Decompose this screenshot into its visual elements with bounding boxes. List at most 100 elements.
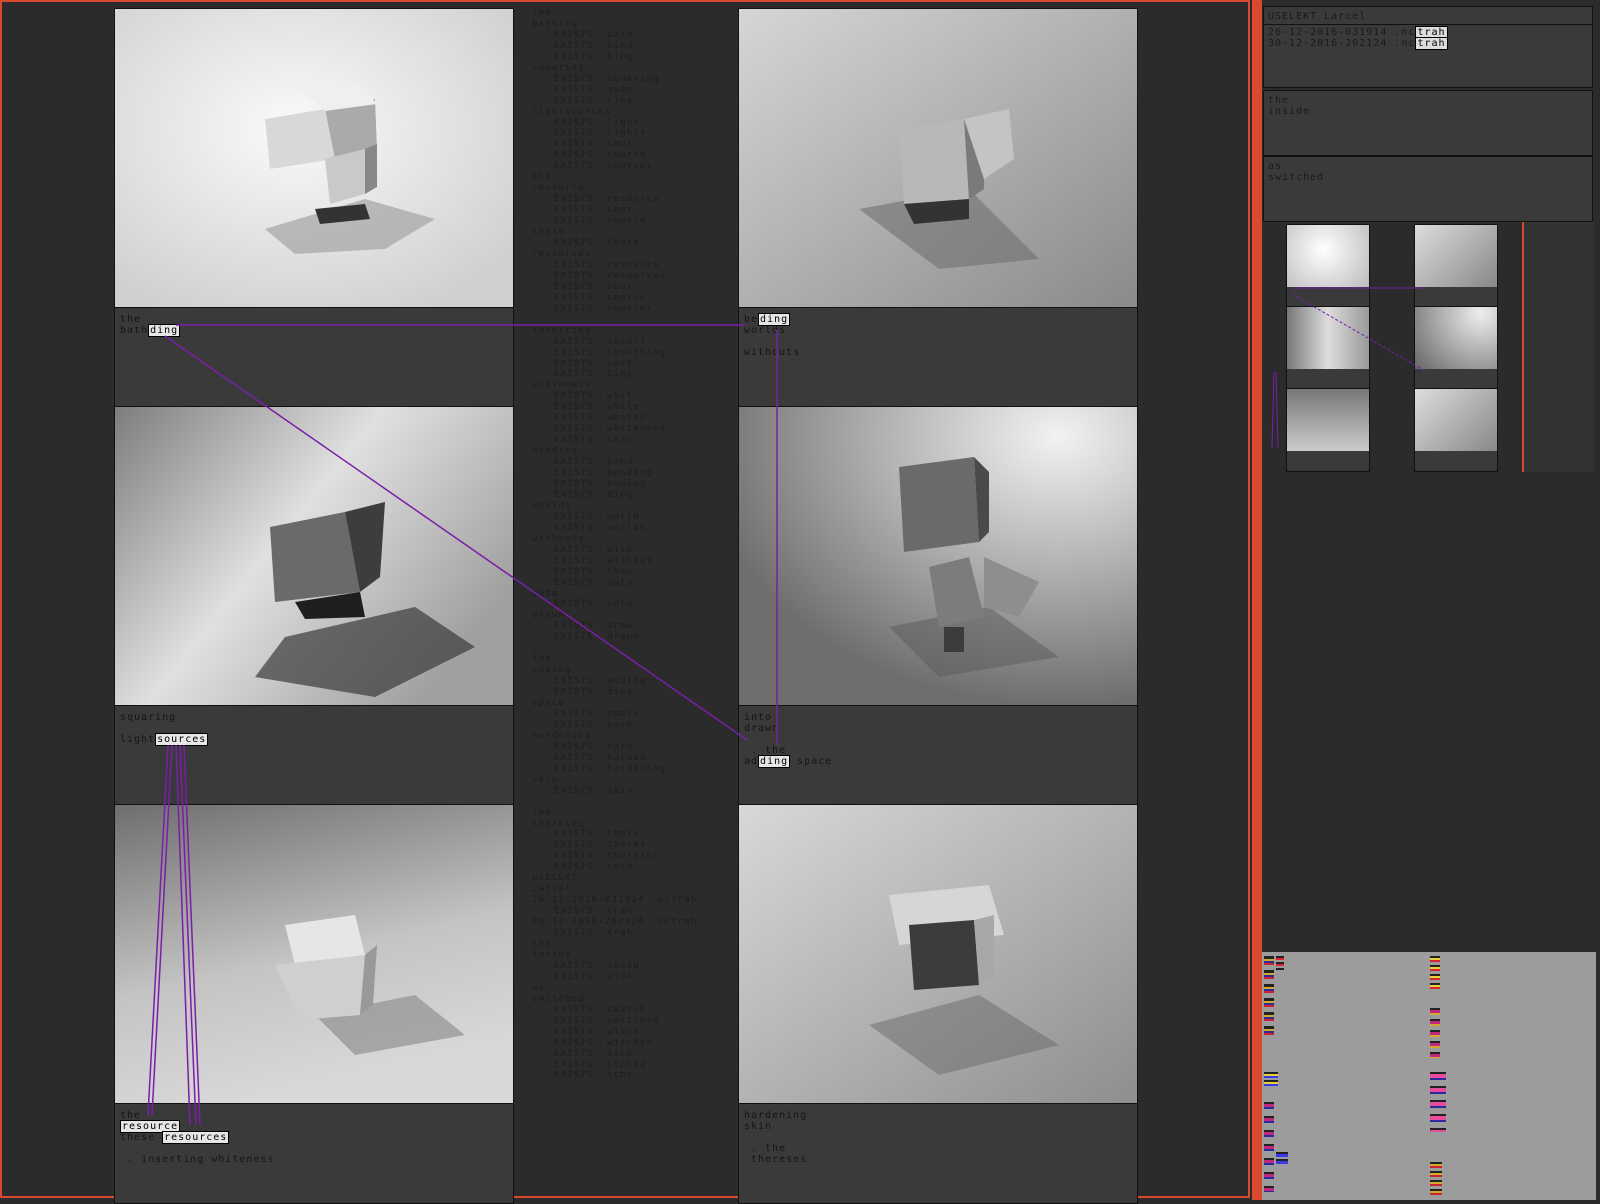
log-line: skin [532, 774, 559, 785]
panel-title: USELEKT Larcel [1268, 11, 1367, 22]
render-panel-6[interactable]: hardening skin . the thereses [738, 804, 1138, 1204]
render-panel-2[interactable]: be ding worlds withouts [738, 8, 1138, 408]
log-line: EXISTS thou [554, 566, 634, 577]
log-line: EXISTS white [554, 402, 641, 413]
render-image-2 [739, 9, 1137, 307]
log-line: EXISTS itch [554, 1048, 634, 1059]
caption-word: thereses [751, 1154, 808, 1165]
render-image-1 [115, 9, 513, 307]
entry-name[interactable]: 30-12-2016-202124 .nc [1268, 38, 1415, 49]
log-line: EXISTS worlds [554, 522, 647, 533]
log-line: EXISTS inserting [554, 347, 667, 358]
log-line: 30-12-2016-202124 .nctrah [532, 917, 698, 928]
caption-word: be [744, 314, 759, 325]
highlighted-word[interactable]: ding [148, 324, 181, 337]
log-line: EXISTS hardening [554, 763, 667, 774]
log-line: EXISTS sour [554, 281, 634, 292]
caption-word: into [744, 712, 773, 723]
highlighted-word[interactable]: trah [1415, 37, 1448, 50]
log-line: EXISTS squaring [554, 73, 660, 84]
log-line: inside [532, 949, 572, 960]
mini-info-column[interactable] [1522, 222, 1594, 472]
render-panel-3[interactable]: squaring light sources [114, 406, 514, 806]
log-line: these [532, 227, 566, 238]
render-caption-5[interactable]: the resource these resources . inserting… [115, 1103, 513, 1203]
caption-word: drawn [744, 723, 780, 734]
log-line: bending [532, 446, 579, 457]
log-line: EXISTS into [554, 599, 634, 610]
caption-word: withouts [744, 347, 801, 358]
render-caption-3[interactable]: squaring light sources [115, 705, 513, 805]
log-line: resource [532, 183, 585, 194]
box-text: the [1268, 95, 1290, 106]
box-text: inside [1268, 106, 1311, 117]
color-strip [1430, 956, 1440, 992]
color-strips-area[interactable] [1262, 952, 1596, 1200]
log-line: EXISTS resource [554, 259, 660, 270]
caption-word: ad [744, 756, 759, 767]
log-line: EXISTS bending [554, 468, 654, 479]
log-line: withouts [532, 533, 585, 544]
log-line: EXISTS side [554, 971, 634, 982]
caption-word: the [120, 314, 142, 325]
render-caption-1[interactable]: the bath ding [115, 307, 513, 407]
log-line: EXISTS thereses [554, 851, 660, 862]
log-line: EXISTS world [554, 511, 641, 522]
render-panel-4[interactable]: into drawn . the ad ding space [738, 406, 1138, 806]
log-line: EXISTS bing [554, 51, 634, 62]
log-line: EXISTS switch [554, 1004, 647, 1015]
info-box-3[interactable]: as switched [1263, 156, 1593, 222]
render-image-5 [115, 805, 513, 1103]
render-caption-2[interactable]: be ding worlds withouts [739, 307, 1137, 407]
log-line: drawn [532, 610, 566, 621]
log-line: as [532, 982, 546, 993]
log-line: EXISTS with [554, 544, 634, 555]
highlighted-word[interactable]: resources [162, 1131, 230, 1144]
log-line: EXISTS sources [554, 161, 654, 172]
info-box-2[interactable]: the inside [1263, 90, 1593, 156]
log-line: EXISTS tche [554, 1070, 634, 1081]
log-line: bathing [532, 18, 579, 29]
log-line: switched [532, 993, 585, 1004]
log-line: EXISTS rese [554, 862, 634, 873]
log-line: EXISTS theres [554, 840, 647, 851]
log-line: EXISTS source [554, 292, 647, 303]
log-line: into [532, 588, 559, 599]
highlighted-word[interactable]: ding [758, 755, 791, 768]
entry-name[interactable]: 26-12-2016-031914 .nc [1268, 27, 1415, 38]
highlighted-word[interactable]: sources [155, 733, 209, 746]
log-line: EXISTS ding [554, 489, 634, 500]
log-line: EXISTS whiten [554, 413, 647, 424]
info-box-header[interactable]: USELEKT Larcel 26-12-2016-031914 .nc trah… [1263, 6, 1593, 88]
caption-word: bath [120, 325, 149, 336]
log-line: EXISTS harden [554, 752, 647, 763]
log-line: EXISTS ness [554, 435, 634, 446]
render-caption-6[interactable]: hardening skin . the thereses [739, 1103, 1137, 1203]
box-text: switched [1268, 172, 1325, 183]
log-line: inserting [532, 325, 592, 336]
log-line: EXISTS whit [554, 391, 634, 402]
log-line: adding [532, 665, 572, 676]
log-line: resources [532, 248, 592, 259]
divider-bar[interactable] [1252, 0, 1262, 1200]
log-line: EXISTS hard [554, 741, 634, 752]
render-image-6 [739, 805, 1137, 1103]
caption-word: light [120, 734, 156, 745]
log-line: EXISTS adding [554, 676, 647, 687]
log-line: EXISTS there [554, 829, 641, 840]
caption-word: these [120, 1132, 163, 1143]
log-line: the [532, 172, 552, 183]
render-caption-4[interactable]: into drawn . the ad ding space [739, 705, 1137, 805]
color-strip [1264, 956, 1274, 1036]
link-line [1291, 293, 1428, 373]
render-panel-1[interactable]: the bath ding [114, 8, 514, 408]
log-line: whiteness [532, 380, 592, 391]
caption-word: hardening [744, 1110, 808, 1121]
color-strip [1276, 1152, 1288, 1166]
render-panel-5[interactable]: the resource these resources . inserting… [114, 804, 514, 1204]
log-line: the [532, 939, 552, 950]
log-line: . [532, 796, 539, 807]
box-text: as [1268, 161, 1283, 172]
caption-word: space [790, 756, 833, 767]
color-strip [1430, 1162, 1442, 1196]
